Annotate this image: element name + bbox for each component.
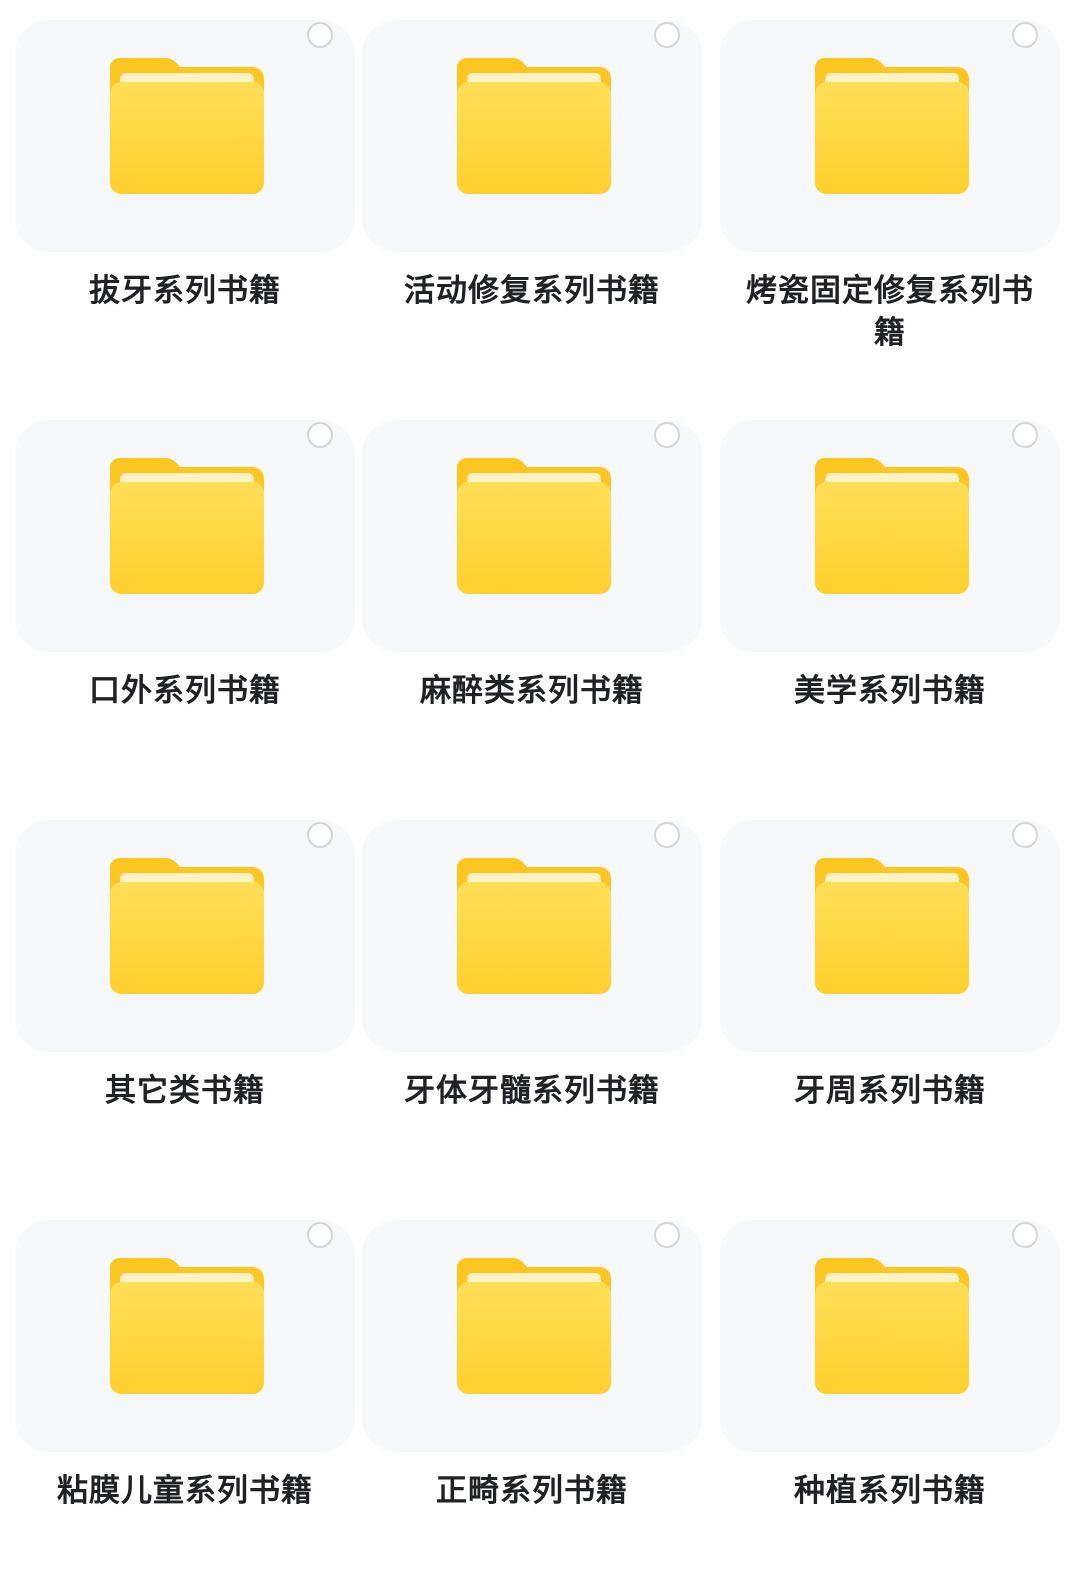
folder-label: 拔牙系列书籍 <box>89 273 281 309</box>
folder-label: 口外系列书籍 <box>89 673 281 709</box>
select-checkbox[interactable] <box>654 1222 680 1248</box>
folder-item[interactable]: 其它类书籍 <box>15 820 355 1180</box>
select-checkbox[interactable] <box>1012 1222 1038 1248</box>
folder-item[interactable]: 麻醉类系列书籍 <box>362 420 702 780</box>
folder-item[interactable]: 活动修复系列书籍 <box>362 20 702 380</box>
folder-label: 正畸系列书籍 <box>436 1473 628 1509</box>
folder-icon <box>457 858 611 994</box>
folder-item[interactable]: 粘膜儿童系列书籍 <box>15 1220 355 1578</box>
select-checkbox[interactable] <box>654 22 680 48</box>
folder-item[interactable]: 美学系列书籍 <box>720 420 1060 780</box>
folder-icon <box>457 58 611 194</box>
folder-label: 麻醉类系列书籍 <box>420 673 644 709</box>
folder-item[interactable]: 口外系列书籍 <box>15 420 355 780</box>
select-checkbox[interactable] <box>654 422 680 448</box>
select-checkbox[interactable] <box>307 822 333 848</box>
folder-icon <box>815 1258 969 1394</box>
folder-label: 牙周系列书籍 <box>794 1073 986 1109</box>
folder-item[interactable]: 牙周系列书籍 <box>720 820 1060 1180</box>
folder-item[interactable]: 正畸系列书籍 <box>362 1220 702 1578</box>
select-checkbox[interactable] <box>654 822 680 848</box>
folder-icon <box>110 1258 264 1394</box>
folder-icon <box>110 58 264 194</box>
folder-icon <box>457 1258 611 1394</box>
folder-item[interactable]: 牙体牙髓系列书籍 <box>362 820 702 1180</box>
folder-icon <box>110 858 264 994</box>
folder-item[interactable]: 种植系列书籍 <box>720 1220 1060 1578</box>
folder-icon <box>457 458 611 594</box>
folder-label: 牙体牙髓系列书籍 <box>404 1073 660 1109</box>
select-checkbox[interactable] <box>307 422 333 448</box>
folder-label: 种植系列书籍 <box>794 1473 986 1509</box>
folder-item[interactable]: 烤瓷固定修复系列书籍 <box>720 20 1060 380</box>
select-checkbox[interactable] <box>1012 422 1038 448</box>
folder-icon <box>815 858 969 994</box>
folder-label: 粘膜儿童系列书籍 <box>57 1473 313 1509</box>
folder-icon <box>815 458 969 594</box>
folder-icon <box>815 58 969 194</box>
folder-item[interactable]: 拔牙系列书籍 <box>15 20 355 380</box>
folder-label: 活动修复系列书籍 <box>404 273 660 309</box>
select-checkbox[interactable] <box>307 1222 333 1248</box>
select-checkbox[interactable] <box>307 22 333 48</box>
folder-grid: 拔牙系列书籍 活动修复系列书籍 烤瓷固定修复系列书籍 口外系列书籍 麻醉类系列书… <box>0 0 1080 1578</box>
select-checkbox[interactable] <box>1012 822 1038 848</box>
select-checkbox[interactable] <box>1012 22 1038 48</box>
folder-icon <box>110 458 264 594</box>
folder-label: 其它类书籍 <box>105 1073 265 1109</box>
folder-label: 美学系列书籍 <box>794 673 986 709</box>
folder-label: 烤瓷固定修复系列书籍 <box>746 273 1034 351</box>
